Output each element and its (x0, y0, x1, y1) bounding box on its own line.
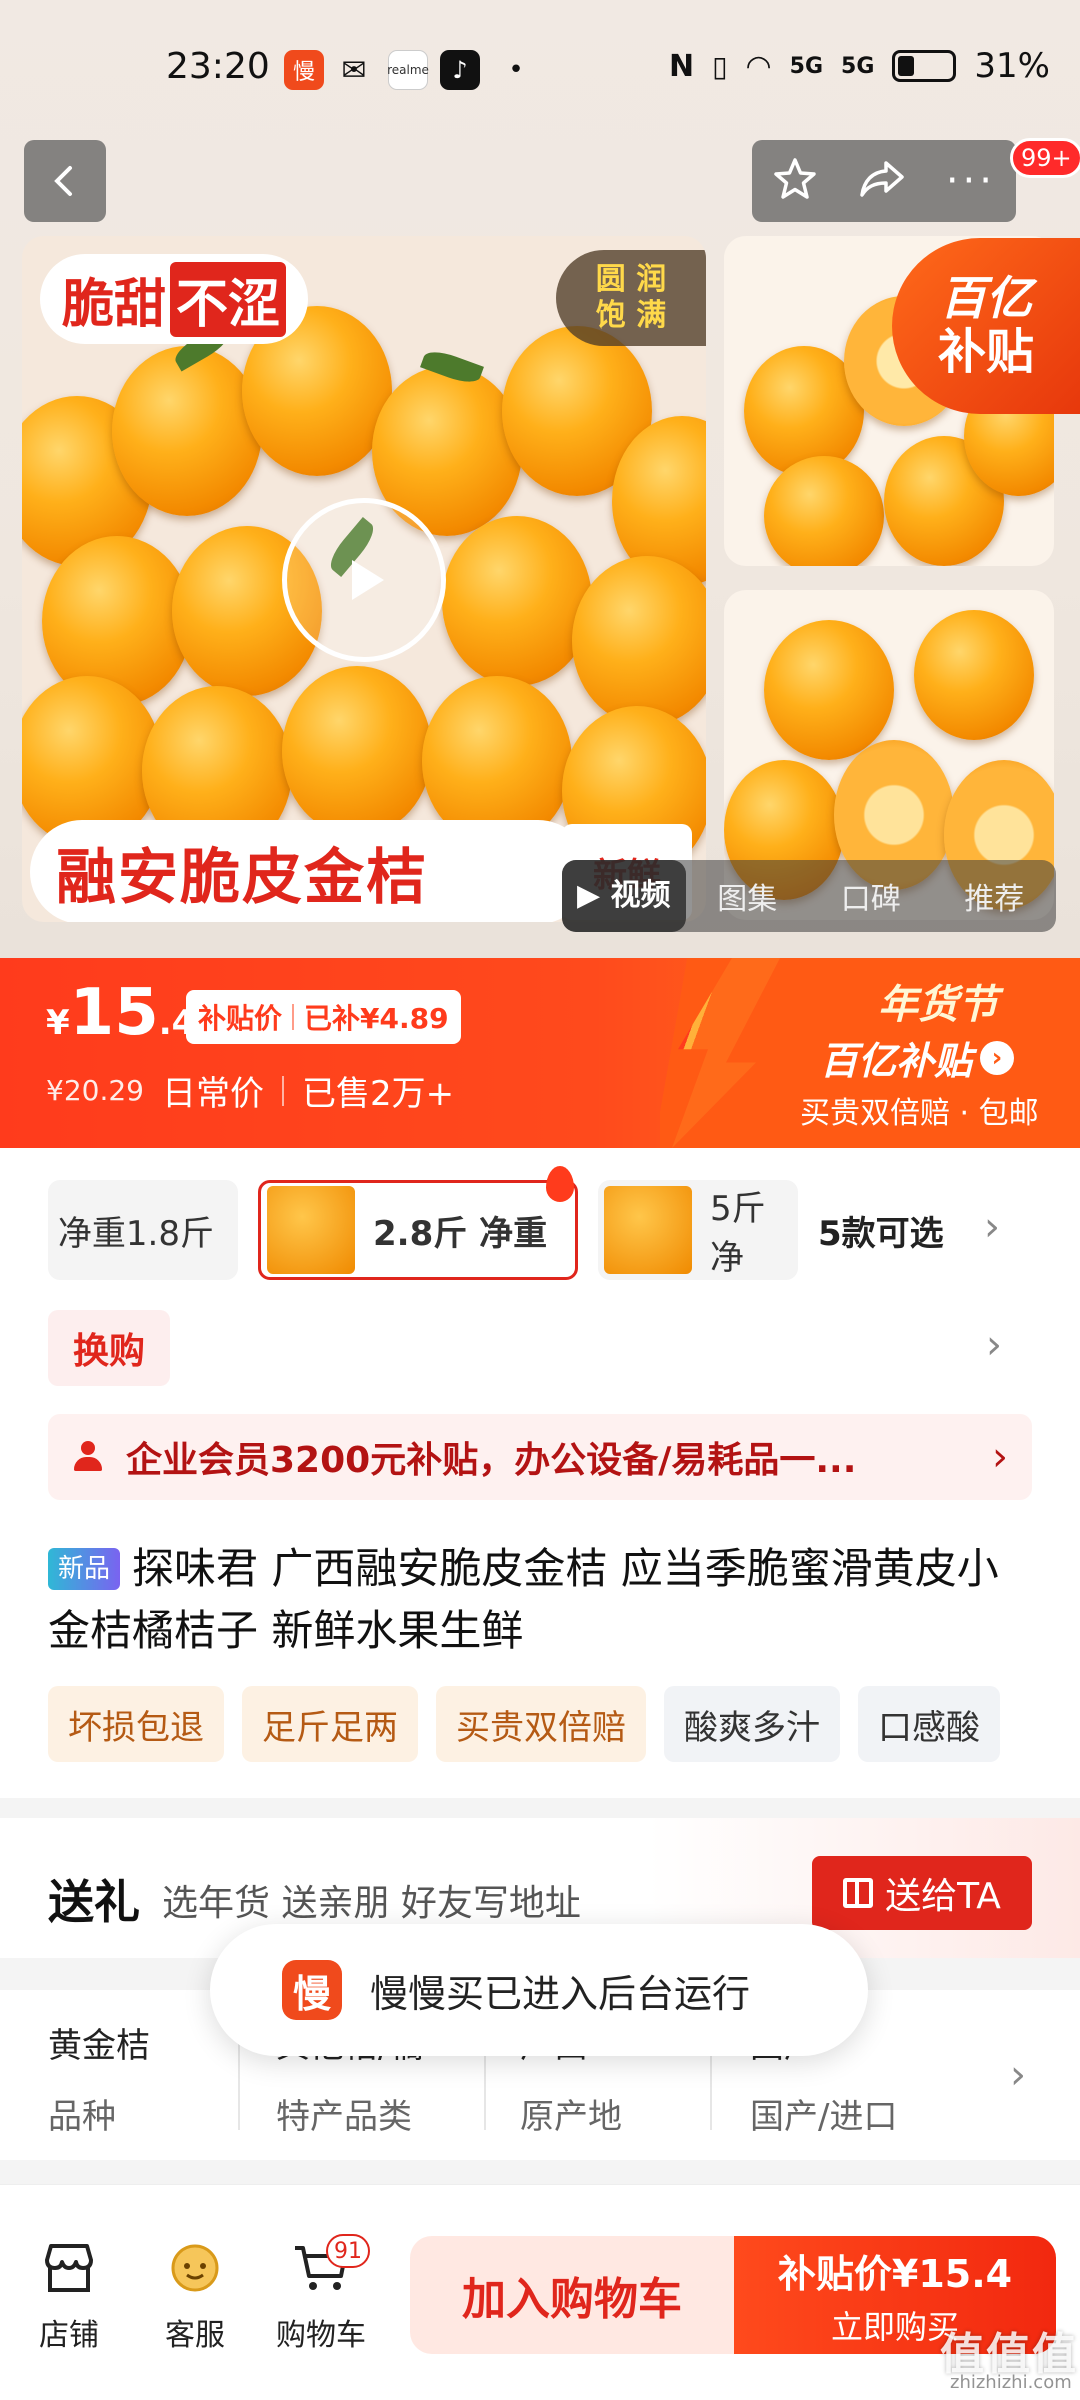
product-title: 新品 探味君 广西融安脆皮金桔 应当季脆蜜滑黄皮小金桔橘桔子 新鲜水果生鲜 (48, 1544, 999, 1655)
daily-price-label: 日常价 (161, 1074, 264, 1114)
manman-app-icon: 慢 (284, 50, 324, 90)
send-gift-button[interactable]: 送给TA (812, 1856, 1032, 1930)
festival-promo[interactable]: 年货节 百亿补贴 › 买贵双倍赔 · 包邮 (660, 958, 1080, 1148)
price-secondary: ¥20.29 日常价 已售2万+ (46, 1066, 454, 1115)
billion-subsidy-badge: 百亿 补贴 (892, 238, 1080, 414)
share-icon[interactable] (858, 157, 906, 205)
product-banner: 融安脆皮金桔 (30, 820, 590, 922)
spec-option[interactable]: 净重1.8斤 (48, 1180, 238, 1280)
spec-thumb (604, 1186, 692, 1274)
spec-thumb (267, 1186, 355, 1274)
status-bar: 23:20 慢 ✉ realme ♪ • N ▯ ◠ 5G 5G 31% (0, 0, 1080, 140)
service-icon (165, 2240, 225, 2296)
battery-icon (892, 50, 957, 82)
battery-percent: 31% (974, 46, 1050, 86)
service-tag[interactable]: 口感酸 (858, 1686, 1000, 1762)
status-time: 23:20 (166, 46, 270, 87)
festival-title: 年货节 (878, 982, 998, 1028)
tag-round-full: 圆 润 饱 满 (556, 250, 706, 346)
service-tag[interactable]: 足斤足两 (242, 1686, 418, 1762)
hot-flame-icon (546, 1166, 574, 1202)
background-run-toast: 慢 慢慢买已进入后台运行 (210, 1924, 868, 2056)
realme-icon: realme (387, 50, 429, 90)
spec-option[interactable]: 5斤 净 (598, 1180, 798, 1280)
chevron-right-icon[interactable]: › (986, 1322, 1002, 1368)
more-icon[interactable]: ··· (946, 158, 996, 204)
tag-crisp-sweet: 脆甜 不涩 (40, 254, 309, 344)
customer-service-button[interactable]: 客服 (140, 2240, 250, 2354)
nfc-icon: N (668, 48, 695, 84)
add-to-cart-button[interactable]: 加入购物车 (410, 2236, 734, 2354)
tab-reviews[interactable]: 口碑 (809, 874, 933, 918)
more-dot-icon: • (508, 55, 524, 85)
gift-icon (843, 1878, 874, 1908)
chevron-right-icon: › (980, 1040, 1015, 1075)
attribute-variety: 黄金桔 品种 (48, 2026, 150, 2137)
main-product-image[interactable]: 脆甜不涩 圆 润 饱 满 融安脆皮金桔 新鲜 (22, 236, 706, 922)
cart-count-badge: 91 (326, 2234, 370, 2268)
tab-recommend[interactable]: 推荐 (933, 874, 1057, 918)
signal-5g-icon: 5G (789, 53, 824, 79)
back-button[interactable] (24, 140, 106, 222)
play-video-button[interactable] (282, 498, 446, 662)
festival-subsidy: 百亿补贴 › (820, 1030, 1015, 1085)
product-detail-page: 23:20 慢 ✉ realme ♪ • N ▯ ◠ 5G 5G 31% ···… (0, 0, 1080, 2400)
gift-title: 送礼 (48, 1875, 140, 1929)
notification-badge: 99+ (1010, 138, 1080, 178)
wechat-icon: ✉ (341, 52, 367, 88)
chevron-right-icon[interactable]: › (984, 1204, 1000, 1250)
spec-count[interactable]: 5款可选 (818, 1206, 944, 1255)
spec-option-selected[interactable]: 2.8斤 净重 (258, 1180, 578, 1280)
service-tags: 坏损包退 足斤足两 买贵双倍赔 酸爽多汁 口感酸 (48, 1686, 1000, 1762)
hero-area: 23:20 慢 ✉ realme ♪ • N ▯ ◠ 5G 5G 31% ···… (0, 0, 1080, 958)
original-price: ¥20.29 (46, 1074, 144, 1107)
lightning-decoration (672, 958, 780, 1148)
festival-note: 买贵双倍赔 · 包邮 (800, 1096, 1039, 1131)
service-tag[interactable]: 酸爽多汁 (664, 1686, 840, 1762)
chevron-left-icon (54, 166, 72, 196)
vibrate-icon: ▯ (712, 49, 728, 83)
chevron-right-icon[interactable]: › (1010, 2052, 1026, 2098)
spec-selector: 净重1.8斤 2.8斤 净重 5斤 净 5款可选 › (0, 1180, 1080, 1280)
subsidy-price: ¥15.4 (46, 976, 196, 1050)
exchange-button[interactable]: 换购 (48, 1310, 170, 1386)
status-right: N ▯ ◠ 5G 5G 31% (669, 46, 1050, 86)
tab-video[interactable]: ▶ 视频 (562, 860, 686, 932)
user-icon (72, 1441, 104, 1473)
tab-gallery[interactable]: 图集 (686, 874, 810, 918)
enterprise-vip-banner[interactable]: 企业会员3200元补贴，办公设备/易耗品一... › (48, 1414, 1032, 1500)
sold-count: 已售2万+ (301, 1074, 455, 1114)
new-tag: 新品 (48, 1548, 121, 1590)
shop-button[interactable]: 店铺 (14, 2240, 124, 2354)
service-tag[interactable]: 坏损包退 (48, 1686, 224, 1762)
watermark-url: zhizhizhi.com (950, 2372, 1072, 2393)
chevron-right-icon: › (992, 1434, 1008, 1480)
tiktok-icon: ♪ (440, 50, 480, 90)
service-tag[interactable]: 买贵双倍赔 (436, 1686, 646, 1762)
star-icon[interactable] (772, 156, 818, 206)
top-actions: ··· (752, 140, 1016, 222)
play-icon (352, 560, 384, 600)
subsidy-price-tag: 补贴价 已补¥4.89 (186, 990, 461, 1044)
manman-app-icon: 慢 (282, 1960, 342, 2020)
media-tabs: ▶ 视频 图集 口碑 推荐 (562, 860, 1056, 932)
wifi-icon: ◠ (745, 48, 772, 84)
signal-5g-icon-2: 5G (841, 53, 875, 79)
gift-subtitle: 选年货 送亲朋 好友写地址 (162, 1883, 581, 1924)
store-icon (39, 2240, 99, 2296)
